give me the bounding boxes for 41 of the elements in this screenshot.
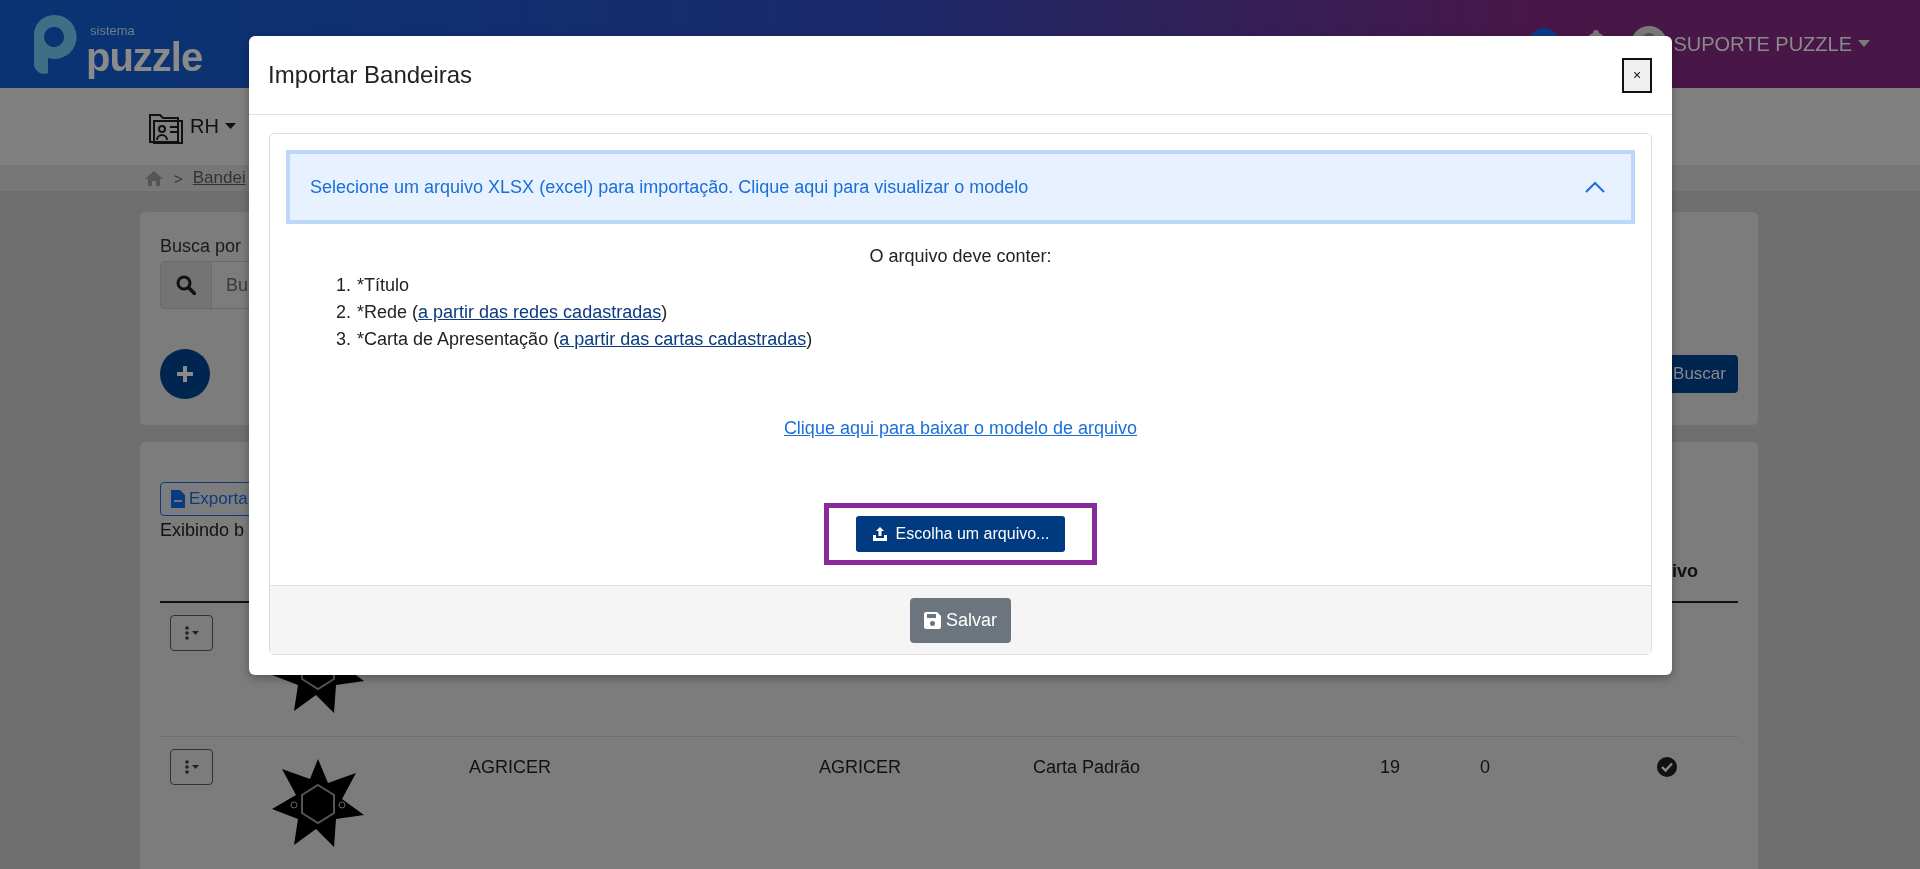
save-button[interactable]: Salvar [910, 597, 1011, 643]
table-cell-text: Carta Padrão [1033, 756, 1142, 778]
inline-link[interactable]: a partir das redes cadastradas [418, 302, 662, 322]
list-number: 3. [336, 329, 351, 350]
instructions-heading: O arquivo deve conter: [868, 246, 1053, 267]
logo-caption: sistema [90, 24, 136, 37]
list-item: *Título [357, 275, 410, 296]
list-number: 2. [336, 302, 351, 323]
kebab-caret-icon [183, 760, 200, 774]
caret-icon [224, 123, 236, 130]
breadcrumb-separator: > [174, 169, 183, 187]
search-label: Busca por [160, 236, 242, 257]
search-icon [176, 275, 196, 295]
floppy-icon [924, 611, 941, 629]
upload-icon [871, 526, 888, 542]
list-item: *Rede (a partir das redes cadastradas) [357, 302, 668, 323]
table-cell-text: 19 [1380, 756, 1402, 778]
row-actions-button[interactable] [170, 615, 213, 651]
download-link[interactable]: Clique aqui para baixar o modelo de arquivo [783, 418, 1138, 439]
breadcrumb-link[interactable]: Bandei [192, 168, 246, 188]
table-cell-text: 0 [1480, 756, 1491, 778]
home-icon[interactable] [144, 170, 164, 186]
chevron-up-icon [1585, 181, 1605, 193]
kebab-caret-icon [183, 626, 200, 640]
list-number: 1. [336, 275, 351, 296]
list-item: *Carta de Apresentação (a partir das cartas cadastradas) [357, 329, 813, 350]
close-button[interactable]: × [1622, 57, 1652, 93]
row-actions-button[interactable] [170, 749, 213, 785]
plus-icon [175, 364, 195, 384]
table-cell-text: AGRICER [819, 756, 902, 778]
table-cell-text: AGRICER [469, 756, 552, 778]
csv-file-icon [171, 490, 185, 508]
module-menu[interactable]: RH [148, 108, 236, 145]
column-header: ivo [1672, 560, 1698, 582]
upload-button[interactable]: Escolha um arquivo... [855, 516, 1066, 552]
accordion-header[interactable]: Selecione um arquivo XLSX (excel) para importação. Clique aqui para visualizar o modelo [286, 150, 1635, 224]
caret-icon [1858, 40, 1870, 48]
dialog-title: Importar Bandeiras [268, 61, 473, 89]
logo-wordmark: puzzle [86, 37, 203, 77]
add-button[interactable] [160, 349, 210, 399]
results-summary: Exibindo b [160, 520, 245, 541]
